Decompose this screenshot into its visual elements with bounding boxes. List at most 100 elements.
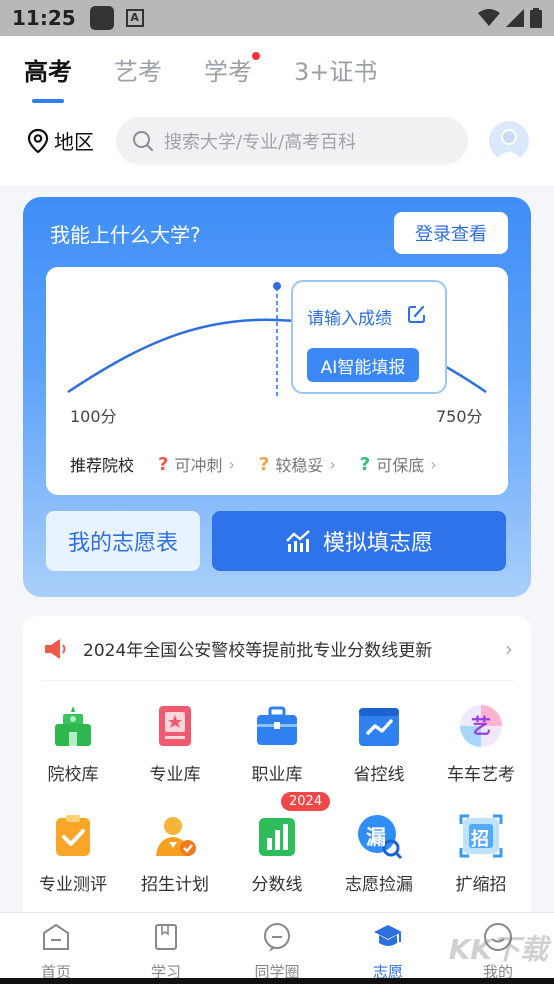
grid-label: 志愿捡漏: [345, 875, 413, 895]
grid-item-career-library[interactable]: 职业库: [227, 702, 327, 785]
recommend-row: 推荐院校 ? 可冲刺 › ? 较稳妥 › ? 可保底 ›: [70, 452, 437, 476]
recommend-item-label: 较稳妥: [275, 456, 324, 475]
watermark-logo: KK下载: [448, 933, 548, 966]
megaphone-icon: [45, 638, 66, 659]
nav-item-home[interactable]: 首页: [16, 921, 96, 982]
recommend-stable[interactable]: ? 较稳妥 ›: [259, 452, 336, 476]
tab-gaokao[interactable]: 高考: [24, 52, 72, 103]
new-dot-badge: [252, 52, 260, 60]
wish-pickup-icon-text: 漏: [366, 825, 386, 849]
chevron-right-icon: ›: [505, 636, 513, 661]
enroll-plan-icon: [151, 812, 199, 860]
search-input[interactable]: 搜索大学/专业/高考百科: [116, 117, 468, 165]
grid-item-province-control-line[interactable]: 省控线: [329, 702, 429, 785]
status-time: 11:25: [12, 6, 76, 30]
login-view-button[interactable]: 登录查看: [394, 212, 508, 254]
enter-score-text: 请输入成绩: [307, 309, 392, 329]
score-curve-panel: 100分 750分 请输入成绩 AI智能填报 推荐院校 ? 可冲刺 › ? 较稳妥 › …: [46, 267, 508, 495]
graduation-cap-icon: [374, 925, 402, 946]
divider: [41, 680, 513, 681]
school-icon: [49, 702, 97, 750]
my-wish-list-button[interactable]: 我的志愿表: [46, 511, 200, 571]
home-icon: [43, 923, 69, 950]
grid-item-expand-enroll[interactable]: 招 扩缩招: [431, 812, 531, 895]
grid-item-major-library[interactable]: 专业库: [125, 702, 225, 785]
grid-item-enroll-plan[interactable]: 招生计划: [125, 812, 225, 895]
score-prediction-card: 我能上什么大学? 登录查看 100分 750分 请输入成绩 AI智能填报 推荐院…: [23, 197, 531, 597]
notice-text: 2024年全国公安警校等提前批专业分数线更新: [83, 641, 433, 661]
location-pin-icon: [27, 128, 49, 153]
grid-label: 专业库: [149, 765, 201, 785]
app-notification-icon: [89, 6, 114, 30]
art-exam-icon: 艺: [457, 702, 505, 750]
search-icon: [133, 131, 154, 152]
max-score-label: 750分: [436, 407, 483, 426]
exam-type-tabs: 高考 艺考 学考 3+证书: [24, 52, 377, 103]
question-mark-icon: ?: [258, 453, 270, 475]
grid-label: 车车艺考: [447, 765, 515, 785]
grid-label: 专业测评: [39, 875, 107, 895]
status-right-icons: [478, 8, 542, 28]
question-mark-icon: ?: [359, 453, 371, 475]
tab-xuekao[interactable]: 学考: [204, 52, 260, 87]
nav-item-volunteer[interactable]: 志愿: [348, 921, 428, 982]
accessibility-icon: A: [125, 9, 144, 27]
nav-item-study[interactable]: 学习: [126, 921, 206, 982]
wifi-icon: [478, 9, 500, 26]
notice-bar[interactable]: 2024年全国公安警校等提前批专业分数线更新 ›: [43, 636, 513, 661]
grid-item-wish-pickup[interactable]: 漏 志愿捡漏: [329, 812, 429, 895]
chevron-right-icon: ›: [228, 454, 235, 474]
svg-text:艺: 艺: [471, 714, 491, 738]
grid-item-score-line[interactable]: 2024 分数线: [227, 792, 331, 895]
year-badge: 2024: [281, 792, 331, 811]
nav-item-classmates[interactable]: 同学圈: [237, 921, 317, 982]
wish-pickup-icon: 漏: [355, 812, 403, 860]
grid-item-school-library[interactable]: 院校库: [23, 702, 123, 785]
grid-label: 院校库: [47, 765, 99, 785]
battery-icon: [530, 8, 542, 28]
grid-label: 职业库: [251, 765, 303, 785]
expand-enroll-icon: 招: [457, 812, 505, 860]
grid-item-art-exam[interactable]: 艺 车车艺考: [431, 702, 531, 785]
region-selector[interactable]: 地区: [26, 126, 94, 155]
ai-fill-button[interactable]: AI智能填报: [307, 348, 419, 382]
recommend-safe[interactable]: ? 可保底 ›: [360, 452, 437, 476]
grid-label: 分数线: [251, 875, 303, 895]
tab-3-plus-cert[interactable]: 3+证书: [294, 52, 377, 87]
card-question: 我能上什么大学?: [50, 223, 201, 247]
chevron-right-icon: ›: [329, 454, 336, 474]
recommend-item-label: 可保底: [376, 456, 425, 475]
region-label: 地区: [54, 130, 94, 154]
grid-item-major-assessment[interactable]: 专业测评: [23, 812, 123, 895]
min-score-label: 100分: [70, 407, 117, 426]
tab-label: 3+证书: [294, 58, 378, 86]
recommend-label: 推荐院校: [70, 456, 135, 475]
grid-label: 招生计划: [141, 875, 209, 895]
simulate-fill-button[interactable]: 模拟填志愿: [212, 511, 506, 571]
edit-icon: [408, 305, 425, 323]
chart-trend-icon: [286, 530, 310, 552]
avatar[interactable]: [489, 121, 529, 161]
recommend-item-label: 可冲刺: [174, 456, 223, 475]
simulate-label: 模拟填志愿: [322, 531, 433, 556]
briefcase-icon: [253, 702, 301, 750]
clipboard-check-icon: [49, 812, 97, 860]
book-icon: [155, 924, 177, 950]
chart-line-icon: [355, 702, 403, 750]
tab-label: 艺考: [114, 58, 162, 86]
user-avatar-icon: [495, 129, 523, 161]
score-input-tooltip[interactable]: 请输入成绩 AI智能填报: [291, 280, 447, 394]
features-card: 2024年全国公安警校等提前批专业分数线更新 › 院校库 专业库 职业库 省控线…: [23, 616, 531, 916]
expand-enroll-icon-text: 招: [471, 829, 489, 850]
chat-bubble-icon: [264, 923, 290, 952]
question-mark-icon: ?: [158, 453, 169, 475]
grid-label: 省控线: [353, 765, 405, 785]
signal-icon: [506, 9, 524, 27]
tab-label: 高考: [24, 58, 72, 86]
tab-label: 学考: [204, 58, 252, 86]
score-bars-icon: 2024: [253, 792, 331, 860]
gesture-bar: [0, 978, 554, 984]
tab-yikao[interactable]: 艺考: [114, 52, 162, 87]
major-icon: [151, 702, 199, 750]
recommend-rush[interactable]: ? 可冲刺 ›: [158, 452, 235, 476]
